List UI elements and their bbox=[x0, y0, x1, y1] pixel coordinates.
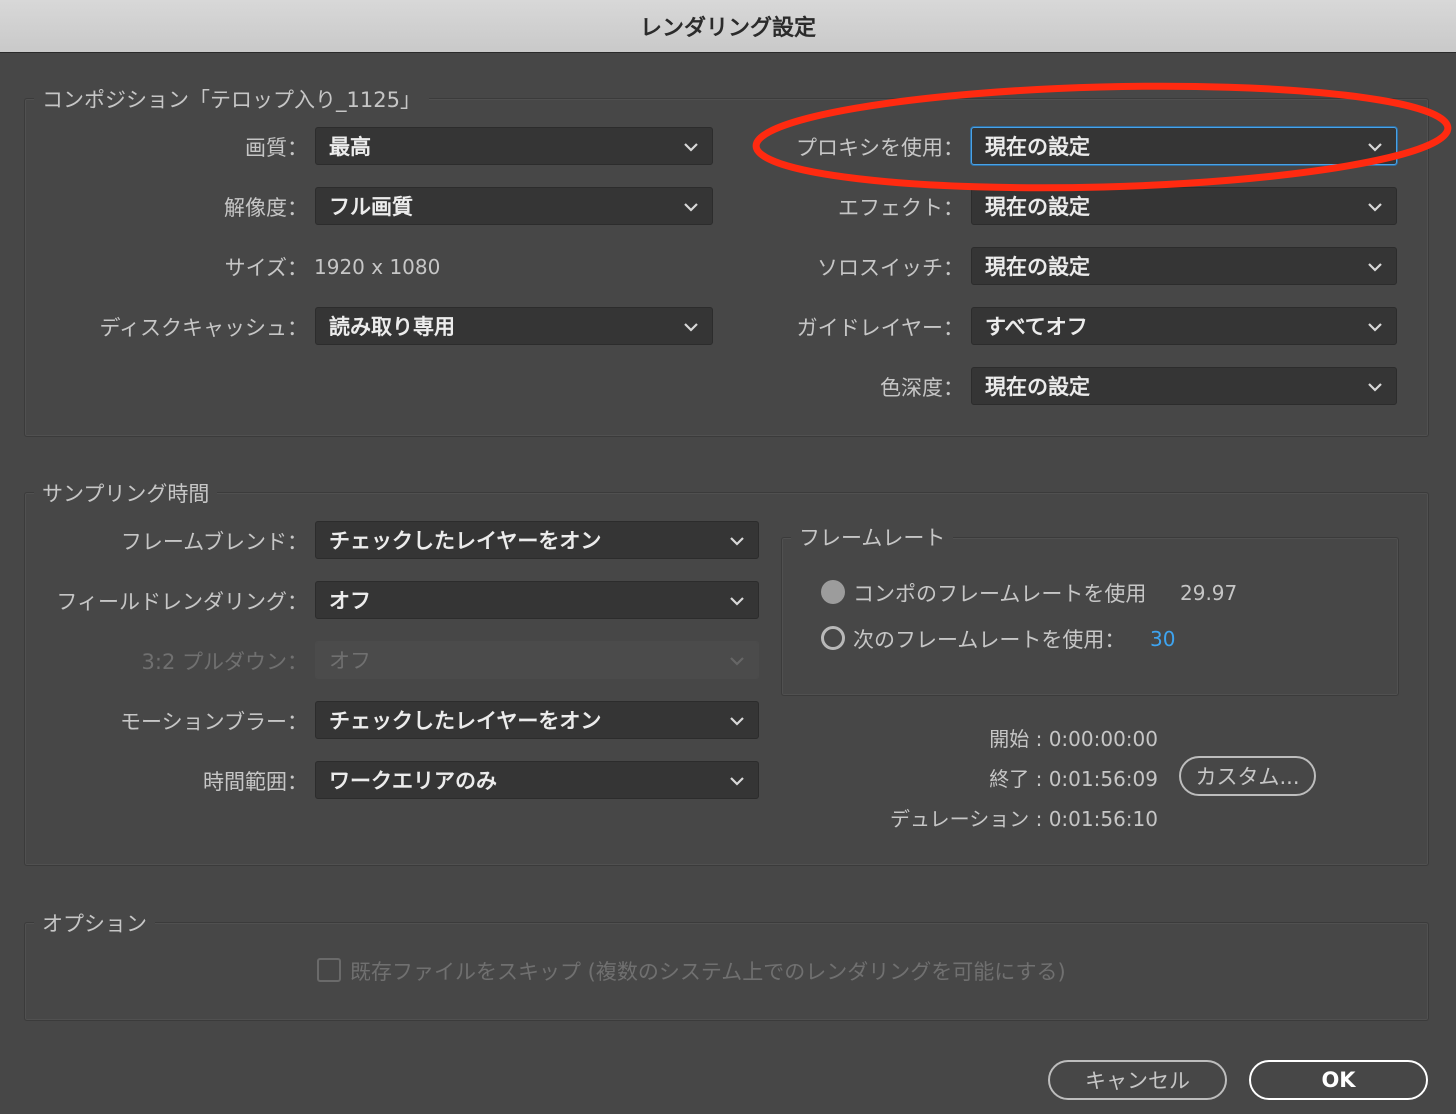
cancel-button[interactable]: キャンセル bbox=[1048, 1060, 1227, 1100]
motion-blur-value: チェックしたレイヤーをオン bbox=[329, 709, 602, 733]
guide-layer-label: ガイドレイヤー： bbox=[796, 316, 964, 340]
color-depth-label: 色深度： bbox=[880, 376, 964, 400]
use-comp-framerate-label: コンポのフレームレートを使用 bbox=[853, 582, 1147, 606]
resolution-dropdown[interactable]: フル画質 bbox=[315, 187, 713, 225]
effects-value: 現在の設定 bbox=[985, 195, 1090, 219]
size-value: 1920 x 1080 bbox=[314, 255, 441, 279]
frame-rate-group bbox=[781, 537, 1399, 696]
end-time: 終了 : 0:01:56:09 bbox=[989, 767, 1158, 791]
duration-time: デュレーション : 0:01:56:10 bbox=[890, 807, 1158, 831]
window-title-bar: レンダリング設定 bbox=[0, 0, 1456, 53]
radio-use-comp-framerate[interactable] bbox=[821, 580, 845, 604]
disk-cache-dropdown[interactable]: 読み取り専用 bbox=[315, 307, 713, 345]
start-time: 開始 : 0:00:00:00 bbox=[989, 727, 1158, 751]
pulldown-label: 3:2 プルダウン： bbox=[141, 650, 308, 674]
chevron-down-icon bbox=[728, 591, 746, 609]
time-span-label: 時間範囲： bbox=[203, 770, 308, 794]
use-this-framerate-label: 次のフレームレートを使用： bbox=[853, 628, 1126, 652]
frame-blend-dropdown[interactable]: チェックしたレイヤーをオン bbox=[315, 521, 759, 559]
time-span-value: ワークエリアのみ bbox=[329, 769, 497, 793]
chevron-down-icon bbox=[1366, 257, 1384, 275]
chevron-down-icon bbox=[728, 771, 746, 789]
radio-use-this-framerate[interactable] bbox=[821, 626, 845, 650]
skip-existing-label: 既存ファイルをスキップ (複数のシステム上でのレンダリングを可能にする) bbox=[350, 960, 1066, 984]
frame-rate-legend: フレームレート bbox=[791, 522, 954, 552]
ok-button[interactable]: OK bbox=[1249, 1060, 1428, 1100]
chevron-down-icon bbox=[728, 531, 746, 549]
this-framerate-value[interactable]: 30 bbox=[1150, 627, 1175, 651]
chevron-down-icon bbox=[682, 317, 700, 335]
guide-layer-dropdown[interactable]: すべてオフ bbox=[971, 307, 1397, 345]
composition-legend: コンポジション「テロップ入り_1125」 bbox=[34, 84, 429, 114]
chevron-down-icon bbox=[728, 651, 746, 669]
size-label: サイズ： bbox=[224, 256, 308, 280]
color-depth-dropdown[interactable]: 現在の設定 bbox=[971, 367, 1397, 405]
color-depth-value: 現在の設定 bbox=[985, 375, 1090, 399]
quality-value: 最高 bbox=[329, 135, 371, 159]
chevron-down-icon bbox=[682, 197, 700, 215]
solo-dropdown[interactable]: 現在の設定 bbox=[971, 247, 1397, 285]
solo-value: 現在の設定 bbox=[985, 255, 1090, 279]
disk-cache-label: ディスクキャッシュ： bbox=[99, 316, 308, 340]
chevron-down-icon bbox=[682, 137, 700, 155]
frame-blend-value: チェックしたレイヤーをオン bbox=[329, 529, 602, 553]
motion-blur-dropdown[interactable]: チェックしたレイヤーをオン bbox=[315, 701, 759, 739]
skip-existing-checkbox bbox=[317, 958, 341, 982]
comp-framerate-value: 29.97 bbox=[1180, 581, 1238, 605]
field-render-label: フィールドレンダリング： bbox=[56, 590, 308, 614]
custom-button[interactable]: カスタム... bbox=[1179, 756, 1316, 796]
time-span-dropdown[interactable]: ワークエリアのみ bbox=[315, 761, 759, 799]
resolution-label: 解像度： bbox=[224, 196, 308, 220]
disk-cache-value: 読み取り専用 bbox=[329, 315, 455, 339]
window-title: レンダリング設定 bbox=[639, 16, 816, 41]
field-render-value: オフ bbox=[329, 589, 371, 613]
quality-dropdown[interactable]: 最高 bbox=[315, 127, 713, 165]
sampling-legend: サンプリング時間 bbox=[34, 478, 218, 508]
pulldown-value: オフ bbox=[329, 649, 371, 673]
quality-label: 画質： bbox=[245, 136, 308, 160]
motion-blur-label: モーションブラー： bbox=[120, 710, 308, 734]
options-legend: オプション bbox=[34, 908, 155, 938]
pulldown-dropdown: オフ bbox=[315, 641, 759, 679]
chevron-down-icon bbox=[1366, 317, 1384, 335]
resolution-value: フル画質 bbox=[329, 195, 413, 219]
effects-label: エフェクト： bbox=[838, 196, 964, 220]
chevron-down-icon bbox=[1366, 197, 1384, 215]
solo-label: ソロスイッチ： bbox=[817, 256, 964, 280]
field-render-dropdown[interactable]: オフ bbox=[315, 581, 759, 619]
frame-blend-label: フレームブレンド： bbox=[120, 530, 308, 554]
chevron-down-icon bbox=[728, 711, 746, 729]
chevron-down-icon bbox=[1366, 377, 1384, 395]
annotation-ellipse bbox=[752, 82, 1452, 192]
guide-layer-value: すべてオフ bbox=[985, 315, 1088, 339]
